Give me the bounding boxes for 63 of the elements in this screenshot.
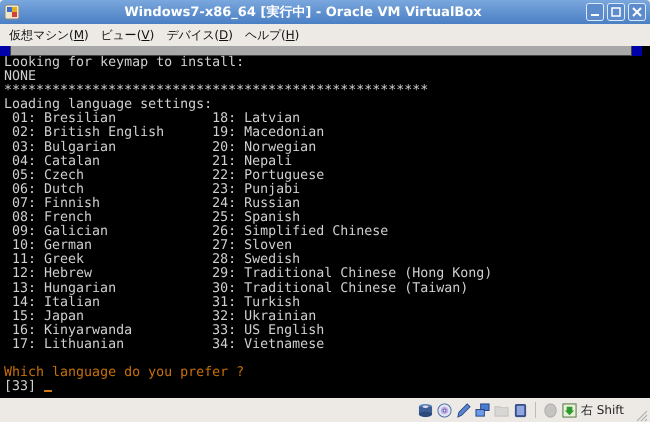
minimize-button[interactable] <box>586 3 604 21</box>
language-option: 26: Simplified Chinese <box>212 225 388 240</box>
language-option: 30: Traditional Chinese (Taiwan) <box>212 282 468 296</box>
language-option: 17: Lithuanian <box>4 338 212 352</box>
language-option: 06: Dutch <box>4 182 212 197</box>
window-title: Windows7-x86_64 [実行中] - Oracle VM VirtualBox <box>123 4 483 21</box>
language-option: 03: Bulgarian <box>4 140 212 155</box>
menu-item[interactable]: ビュー(V) <box>96 24 160 46</box>
language-option: 08: French <box>4 211 212 226</box>
close-icon <box>632 7 642 17</box>
language-option: 27: Sloven <box>212 239 292 254</box>
menu-item[interactable]: 仮想マシン(M) <box>4 24 94 46</box>
console-line: Looking for keymap to install: <box>4 56 246 70</box>
chip-icon[interactable] <box>512 402 528 418</box>
menu-item[interactable]: デバイス(D) <box>161 24 238 46</box>
console-line: Loading language settings: <box>4 98 214 112</box>
language-option: 25: Spanish <box>212 211 300 226</box>
maximize-button[interactable] <box>607 3 625 21</box>
language-option: 10: German <box>4 239 212 254</box>
pen-icon[interactable] <box>456 402 471 418</box>
language-option: 16: Kinyarwanda <box>4 324 212 338</box>
language-option: 19: Macedonian <box>212 126 324 141</box>
language-option: 33: US English <box>212 324 324 338</box>
language-option: 22: Portuguese <box>212 168 324 183</box>
language-option: 32: Ukrainian <box>212 310 316 324</box>
console-line: NONE <box>4 70 36 84</box>
language-option: 11: Greek <box>4 253 212 268</box>
language-option: 24: Russian <box>212 196 300 212</box>
language-option: 20: Norwegian <box>212 140 316 155</box>
language-option: 01: Bresilian <box>4 112 212 126</box>
language-option: 02: British English <box>4 126 212 141</box>
language-option: 04: Catalan <box>4 154 212 169</box>
language-option: 14: Italian <box>4 296 212 310</box>
maximize-icon <box>611 7 621 17</box>
language-option: 18: Latvian <box>212 112 300 126</box>
language-option: 28: Swedish <box>212 253 300 268</box>
language-option: 05: Czech <box>4 168 212 183</box>
language-option: 21: Nepali <box>212 154 292 169</box>
host-key-label: 右 Shift <box>580 402 624 418</box>
language-option: 07: Finnish <box>4 196 212 212</box>
keyboard-capture-icon[interactable] <box>562 402 577 418</box>
language-option: 15: Japan <box>4 310 212 324</box>
input-value: [33] <box>4 380 36 394</box>
language-option: 29: Traditional Chinese (Hong Kong) <box>212 267 492 282</box>
app-icon <box>4 4 20 20</box>
language-option: 09: Galician <box>4 225 212 240</box>
language-option: 12: Hebrew <box>4 267 212 282</box>
language-option: 13: Hungarian <box>4 282 212 296</box>
language-option: 34: Vietnamese <box>212 338 324 352</box>
resize-grip[interactable] <box>634 408 648 422</box>
prompt-text: Which language do you prefer ? <box>4 366 246 380</box>
close-button[interactable] <box>628 3 646 21</box>
screen-edge-block <box>0 46 10 56</box>
menu-item[interactable]: ヘルプ(H) <box>240 24 304 46</box>
screen-edge-block <box>632 46 642 56</box>
language-option: 31: Turkish <box>212 296 300 310</box>
network-icon[interactable] <box>474 402 490 418</box>
hard-disk-icon[interactable] <box>418 402 433 418</box>
disc-icon[interactable] <box>436 402 452 418</box>
language-option: 23: Punjabi <box>212 182 300 197</box>
text-cursor <box>44 390 52 392</box>
console-line: ***************************************************** <box>4 84 430 98</box>
minimize-icon <box>591 14 599 16</box>
